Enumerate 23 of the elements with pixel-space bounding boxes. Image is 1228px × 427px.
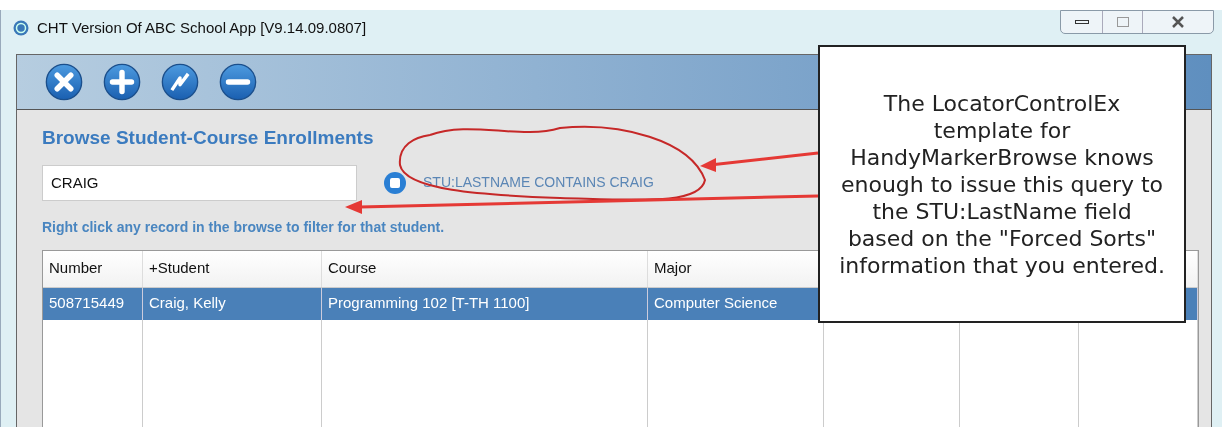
search-field[interactable]: CRAIG xyxy=(42,164,357,201)
page-heading: Browse Student-Course Enrollments xyxy=(42,126,374,150)
close-icon xyxy=(1171,16,1185,28)
stop-icon[interactable] xyxy=(383,170,407,195)
plus-icon-button[interactable] xyxy=(103,63,141,101)
close-icon-button[interactable] xyxy=(45,63,83,101)
plus-icon xyxy=(103,63,141,101)
app-icon xyxy=(13,20,29,36)
table-cell: Craig, Kelly xyxy=(143,287,322,320)
close-icon xyxy=(45,63,83,101)
column-header[interactable]: Course xyxy=(322,250,648,287)
table-cell: Programming 102 [T-TH 1100] xyxy=(322,287,648,320)
lightning-icon-button[interactable] xyxy=(161,63,199,101)
column-header[interactable]: Number xyxy=(43,250,143,287)
lightning-icon xyxy=(161,63,199,101)
table-cell: 508715449 xyxy=(43,287,143,320)
window-title: CHT Version Of ABC School App [V9.14.09.0807] xyxy=(37,17,367,38)
query-text: STU:LASTNAME CONTAINS CRAIG xyxy=(423,173,654,192)
minus-icon-button[interactable] xyxy=(219,63,257,101)
minus-icon xyxy=(219,63,257,101)
hint-text: Right click any record in the browse to filter for that student. xyxy=(42,217,445,237)
column-header[interactable]: +Student xyxy=(143,250,322,287)
callout-tooltip: The LocatorControlEx template for HandyMarkerBrowse knows enough to issue this query to the STU:LastName field based on the "Forced Sorts" information that you entered. xyxy=(818,45,1186,323)
